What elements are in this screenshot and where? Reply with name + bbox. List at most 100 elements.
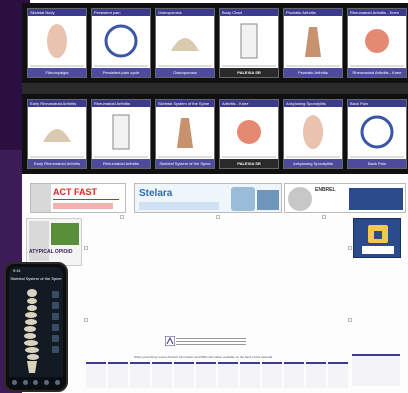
brand-logo-icon bbox=[165, 336, 175, 346]
calendar-month bbox=[86, 362, 106, 388]
poster-card[interactable]: Osteoporosis Osteoporosis bbox=[155, 8, 215, 78]
poster-label: PALEXIA SR bbox=[220, 68, 278, 77]
calendar-month bbox=[218, 362, 238, 388]
ad-rule bbox=[53, 199, 119, 200]
phone-app-title: Skeletal System of the Spine bbox=[10, 276, 62, 281]
poster-illustration bbox=[290, 19, 336, 63]
poster-illustration bbox=[354, 110, 400, 154]
tool-icon[interactable] bbox=[52, 324, 59, 331]
phone-status-bar: 9:41 bbox=[13, 268, 21, 273]
ad-photo bbox=[257, 190, 279, 210]
poster-title: Skeletal System of the Spine bbox=[156, 100, 214, 107]
poster-card[interactable]: Arthritis - Knee PALEXIA SR bbox=[219, 99, 279, 169]
tool-icon[interactable] bbox=[52, 302, 59, 309]
poster-card[interactable]: Skeletal Body Fibromyalgia bbox=[27, 8, 87, 78]
tab-icon[interactable] bbox=[55, 379, 61, 385]
anatomy-icon bbox=[171, 38, 199, 51]
poster-title: Early Rheumatoid Arthritis bbox=[28, 100, 86, 107]
tab-icon[interactable] bbox=[11, 379, 17, 385]
poster-label: Persistent pain cycle bbox=[92, 68, 150, 77]
poster-title: Ankylosing Spondylitis bbox=[284, 100, 342, 107]
tab-icon[interactable] bbox=[33, 379, 39, 385]
poster-title: Back Pain bbox=[348, 100, 406, 107]
poster-card[interactable]: Ankylosing Spondylitis Ankylosing Spondyl… bbox=[283, 99, 343, 169]
crop-mark bbox=[84, 246, 88, 250]
calendar-month bbox=[328, 362, 348, 388]
crop-mark bbox=[348, 318, 352, 322]
poster-card[interactable]: Rheumatoid Arthritis - Knee Rheumatoid Ar… bbox=[347, 8, 407, 78]
crop-mark bbox=[216, 215, 220, 219]
notice-line bbox=[176, 344, 246, 345]
poster-title: Rheumatoid Arthritis - Knee bbox=[348, 9, 406, 16]
poster-footnote bbox=[222, 65, 276, 67]
ad-banner-act-fast[interactable]: ACT FAST bbox=[30, 183, 126, 213]
poster-illustration bbox=[290, 110, 336, 154]
poster-card[interactable]: Body Chart PALEXIA SR bbox=[219, 8, 279, 78]
crop-mark bbox=[84, 318, 88, 322]
opioid-side-card[interactable]: ATYPICAL OPIOID bbox=[26, 218, 82, 266]
calendar-strip bbox=[86, 362, 348, 388]
tool-icon[interactable] bbox=[52, 313, 59, 320]
poster-card[interactable]: Rheumatoid Arthritis Rheumatoid Arthritis bbox=[91, 99, 151, 169]
tab-icon[interactable] bbox=[22, 379, 28, 385]
poster-illustration bbox=[226, 110, 272, 154]
right-info-card[interactable] bbox=[353, 218, 401, 258]
poster-illustration bbox=[226, 19, 272, 63]
tool-icon[interactable] bbox=[52, 335, 59, 342]
poster-title: Persistent pain bbox=[92, 9, 150, 16]
calendar-month bbox=[196, 362, 216, 388]
poster-illustration bbox=[354, 19, 400, 63]
anatomy-icon bbox=[360, 115, 394, 149]
card-headline: ATYPICAL OPIOID bbox=[29, 249, 73, 255]
anatomy-icon bbox=[240, 23, 258, 59]
ad-headline: ACT FAST bbox=[53, 187, 97, 197]
poster-label: Early Rheumatoid Arthritis bbox=[28, 159, 86, 168]
poster-illustration bbox=[98, 19, 144, 63]
poster-label: Fibromyalgia bbox=[28, 68, 86, 77]
ad-banner-stelara[interactable]: Stelara bbox=[134, 183, 282, 213]
poster-illustration bbox=[98, 110, 144, 154]
spine-image bbox=[24, 289, 39, 373]
poster-card[interactable]: Psoriatic Arthritis Psoriatic Arthritis bbox=[283, 8, 343, 78]
anatomy-icon bbox=[177, 118, 193, 148]
poster-illustration bbox=[34, 110, 80, 154]
calendar-side-panel bbox=[352, 354, 400, 386]
ad-brand: ENBREL bbox=[315, 187, 336, 193]
ad-banner-enbrel[interactable]: ENBREL bbox=[284, 183, 406, 213]
tool-icon[interactable] bbox=[52, 291, 59, 298]
ad-product-image bbox=[288, 187, 312, 211]
card-photo bbox=[51, 223, 79, 245]
anatomy-icon bbox=[47, 24, 67, 58]
card-image bbox=[29, 221, 49, 261]
ad-info-panel bbox=[349, 188, 403, 210]
tool-icon[interactable] bbox=[52, 346, 59, 353]
tab-icon[interactable] bbox=[44, 379, 50, 385]
poster-footnote bbox=[94, 156, 148, 158]
anatomy-icon bbox=[237, 120, 261, 144]
poster-title: Osteoporosis bbox=[156, 9, 214, 16]
notice-line bbox=[176, 341, 246, 342]
poster-footnote bbox=[158, 65, 212, 67]
ad-brand: Stelara bbox=[139, 188, 173, 199]
anatomy-icon bbox=[305, 27, 321, 57]
ad-tagline-block bbox=[139, 202, 219, 210]
phone-screen: 9:41 Skeletal System of the Spine bbox=[9, 267, 63, 387]
poster-card[interactable]: Persistent pain Persistent pain cycle bbox=[91, 8, 151, 78]
poster-footnote bbox=[158, 156, 212, 158]
poster-footnote bbox=[286, 65, 340, 67]
phone-mockup: 9:41 Skeletal System of the Spine bbox=[4, 262, 68, 392]
poster-card[interactable]: Back Pain Back Pain bbox=[347, 99, 407, 169]
poster-card[interactable]: Early Rheumatoid Arthritis Early Rheumato… bbox=[27, 99, 87, 169]
crop-mark bbox=[322, 215, 326, 219]
poster-title: Rheumatoid Arthritis bbox=[92, 100, 150, 107]
poster-label: Skeletal System of the Spine bbox=[156, 159, 214, 168]
poster-footnote bbox=[286, 156, 340, 158]
poster-label: Osteoporosis bbox=[156, 68, 214, 77]
ad-photo bbox=[31, 184, 51, 212]
poster-card[interactable]: Skeletal System of the Spine Skeletal Sys… bbox=[155, 99, 215, 169]
poster-label: Rheumatoid Arthritis - Knee bbox=[348, 68, 406, 77]
calendar-month bbox=[174, 362, 194, 388]
notice-text-block bbox=[176, 336, 246, 346]
phone-tab-bar bbox=[9, 377, 63, 387]
anatomy-icon bbox=[112, 114, 130, 150]
